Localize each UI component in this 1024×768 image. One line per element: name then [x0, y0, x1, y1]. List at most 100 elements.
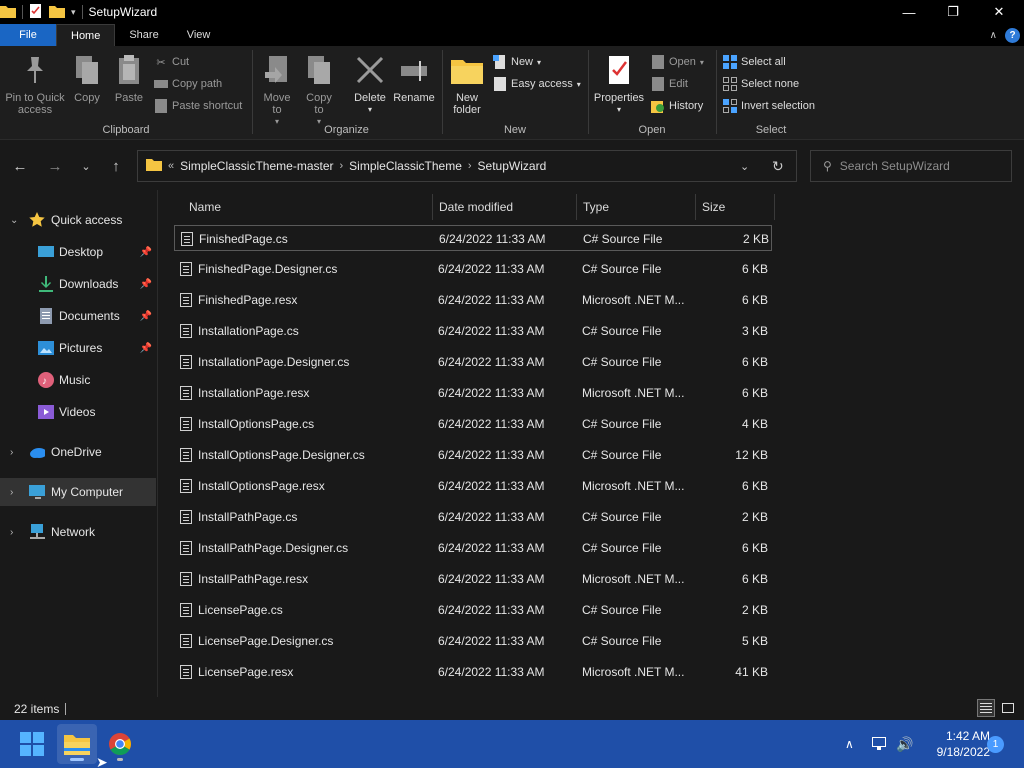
file-row[interactable]: LicensePage.Designer.cs 6/24/2022 11:33 A…	[174, 628, 772, 654]
network-status-icon[interactable]	[872, 720, 888, 768]
nav-item-videos[interactable]: Videos	[0, 398, 156, 426]
file-row[interactable]: InstallPathPage.Designer.cs 6/24/2022 11:…	[174, 535, 772, 561]
column-header-type[interactable]: Type	[577, 194, 696, 220]
pin-to-quick-access-button[interactable]: Pin to Quick access	[4, 52, 66, 116]
nav-item-onedrive[interactable]: › OneDrive	[0, 438, 156, 466]
minimize-ribbon-icon[interactable]: ∧	[990, 30, 997, 41]
address-bar[interactable]: « SimpleClassicTheme-master › SimpleClas…	[137, 150, 797, 182]
file-row[interactable]: InstallPathPage.cs 6/24/2022 11:33 AM C# S…	[174, 504, 772, 530]
new-folder-button[interactable]: New folder	[447, 52, 487, 116]
paste-button[interactable]: Paste	[110, 52, 148, 104]
new-folder-qat-icon[interactable]	[49, 4, 65, 21]
pin-icon[interactable]: 📌	[140, 343, 152, 354]
breadcrumb-item[interactable]: SimpleClassicTheme	[349, 159, 462, 173]
history-button[interactable]: History	[651, 97, 703, 115]
address-dropdown-icon[interactable]: ⌄	[740, 160, 749, 173]
file-row[interactable]: FinishedPage.resx 6/24/2022 11:33 AM Micro…	[174, 287, 772, 313]
file-row[interactable]: LicensePage.resx 6/24/2022 11:33 AM Micros…	[174, 659, 772, 685]
delete-button[interactable]: Delete ▾	[351, 52, 389, 116]
file-type: C# Source File	[582, 324, 662, 338]
column-header-name[interactable]: Name ^	[183, 190, 433, 220]
details-view-icon[interactable]	[977, 699, 995, 717]
file-date: 6/24/2022 11:33 AM	[438, 479, 545, 493]
file-row[interactable]: LicensePage.cs 6/24/2022 11:33 AM C# Sourc…	[174, 597, 772, 623]
chevron-right-icon[interactable]: ›	[10, 447, 13, 458]
minimize-button[interactable]: —	[886, 0, 932, 24]
copy-path-button[interactable]: Copy path	[154, 75, 222, 93]
back-arrow-icon[interactable]: ←	[10, 156, 30, 176]
nav-item-my-computer[interactable]: › My Computer	[0, 478, 156, 506]
search-input[interactable]	[839, 159, 1000, 173]
file-row[interactable]: InstallPathPage.resx 6/24/2022 11:33 AM Mi…	[174, 566, 772, 592]
properties-button[interactable]: Properties ▾	[593, 52, 645, 116]
chevron-down-icon[interactable]: ⌄	[10, 215, 18, 226]
nav-item-pictures[interactable]: Pictures 📌	[0, 334, 156, 362]
file-explorer-taskbar-button[interactable]	[57, 724, 97, 764]
start-button[interactable]	[12, 724, 52, 764]
file-row[interactable]: InstallationPage.Designer.cs 6/24/2022 11…	[174, 349, 772, 375]
select-all-button[interactable]: Select all	[723, 53, 786, 71]
column-header-size[interactable]: Size	[696, 194, 775, 220]
chevron-right-icon[interactable]: ›	[468, 160, 472, 172]
search-box[interactable]: ⚲	[810, 150, 1012, 182]
chevron-down-icon: ▾	[699, 57, 704, 67]
notification-badge[interactable]: 1	[987, 736, 1004, 753]
nav-item-music[interactable]: ♪ Music	[0, 366, 156, 394]
tab-view[interactable]: View	[173, 24, 225, 46]
rename-button[interactable]: Rename	[391, 52, 437, 104]
edit-button[interactable]: Edit	[651, 75, 688, 93]
large-icons-view-icon[interactable]	[999, 699, 1017, 717]
chevron-right-icon[interactable]: ›	[10, 487, 13, 498]
nav-item-quick-access[interactable]: ⌄ Quick access	[0, 206, 156, 234]
pin-icon[interactable]: 📌	[140, 311, 152, 322]
nav-item-downloads[interactable]: Downloads 📌	[0, 270, 156, 298]
properties-qat-icon[interactable]	[29, 3, 43, 21]
file-row[interactable]: InstallationPage.cs 6/24/2022 11:33 AM C# …	[174, 318, 772, 344]
easy-access-button[interactable]: Easy access ▾	[493, 75, 581, 93]
breadcrumb-item[interactable]: SetupWizard	[478, 159, 547, 173]
volume-icon[interactable]: 🔊	[896, 720, 913, 768]
invert-selection-button[interactable]: Invert selection	[723, 97, 815, 115]
file-size: 6 KB	[741, 355, 768, 369]
clock[interactable]: 1:42 AM 9/18/2022	[920, 728, 990, 760]
nav-item-network[interactable]: › Network	[0, 518, 156, 546]
copy-button[interactable]: Copy	[70, 52, 104, 104]
move-to-button[interactable]: Move to ▾	[259, 52, 295, 128]
tab-share[interactable]: Share	[115, 24, 172, 46]
cut-button[interactable]: ✂ Cut	[154, 53, 189, 71]
customize-qat-icon[interactable]: ▾	[71, 7, 76, 18]
breadcrumb-item[interactable]: SimpleClassicTheme-master	[180, 159, 333, 173]
show-hidden-icons-icon[interactable]: ∧	[845, 720, 854, 768]
nav-item-desktop[interactable]: Desktop 📌	[0, 238, 156, 266]
help-icon[interactable]: ?	[1005, 27, 1020, 43]
tab-home[interactable]: Home	[56, 24, 116, 46]
recent-locations-chevron-icon[interactable]: ⌄	[76, 156, 96, 176]
file-row[interactable]: FinishedPage.cs 6/24/2022 11:33 AM C# Sour…	[174, 225, 772, 251]
maximize-button[interactable]: ❐	[930, 0, 976, 24]
refresh-icon[interactable]: ↻	[772, 158, 784, 175]
forward-arrow-icon[interactable]: →	[45, 156, 65, 176]
open-button[interactable]: Open ▾	[651, 53, 704, 71]
close-button[interactable]: ✕	[976, 0, 1022, 24]
file-row[interactable]: FinishedPage.Designer.cs 6/24/2022 11:33 …	[174, 256, 772, 282]
file-row[interactable]: InstallOptionsPage.cs 6/24/2022 11:33 AM C…	[174, 411, 772, 437]
select-none-button[interactable]: Select none	[723, 75, 799, 93]
folder-icon	[0, 4, 16, 21]
file-row[interactable]: InstallationPage.resx 6/24/2022 11:33 AM M…	[174, 380, 772, 406]
up-arrow-icon[interactable]: ↑	[106, 156, 126, 176]
nav-item-documents[interactable]: Documents 📌	[0, 302, 156, 330]
chevron-right-icon[interactable]: ›	[340, 160, 344, 172]
toolbar-divider	[81, 5, 83, 19]
breadcrumb-overflow[interactable]: «	[168, 160, 174, 172]
pin-icon[interactable]: 📌	[140, 247, 152, 258]
file-row[interactable]: InstallOptionsPage.resx 6/24/2022 11:33 A…	[174, 473, 772, 499]
tab-file[interactable]: File	[0, 24, 56, 46]
pin-icon[interactable]: 📌	[140, 279, 152, 290]
file-row[interactable]: InstallOptionsPage.Designer.cs 6/24/2022 …	[174, 442, 772, 468]
new-item-button[interactable]: New ▾	[493, 53, 541, 71]
title-bar: ▾ SetupWizard — ❐ ✕	[0, 0, 1024, 24]
column-header-date[interactable]: Date modified	[433, 194, 577, 220]
chevron-right-icon[interactable]: ›	[10, 527, 13, 538]
paste-shortcut-button[interactable]: Paste shortcut	[154, 97, 242, 115]
copy-to-button[interactable]: Copy to ▾	[301, 52, 337, 128]
